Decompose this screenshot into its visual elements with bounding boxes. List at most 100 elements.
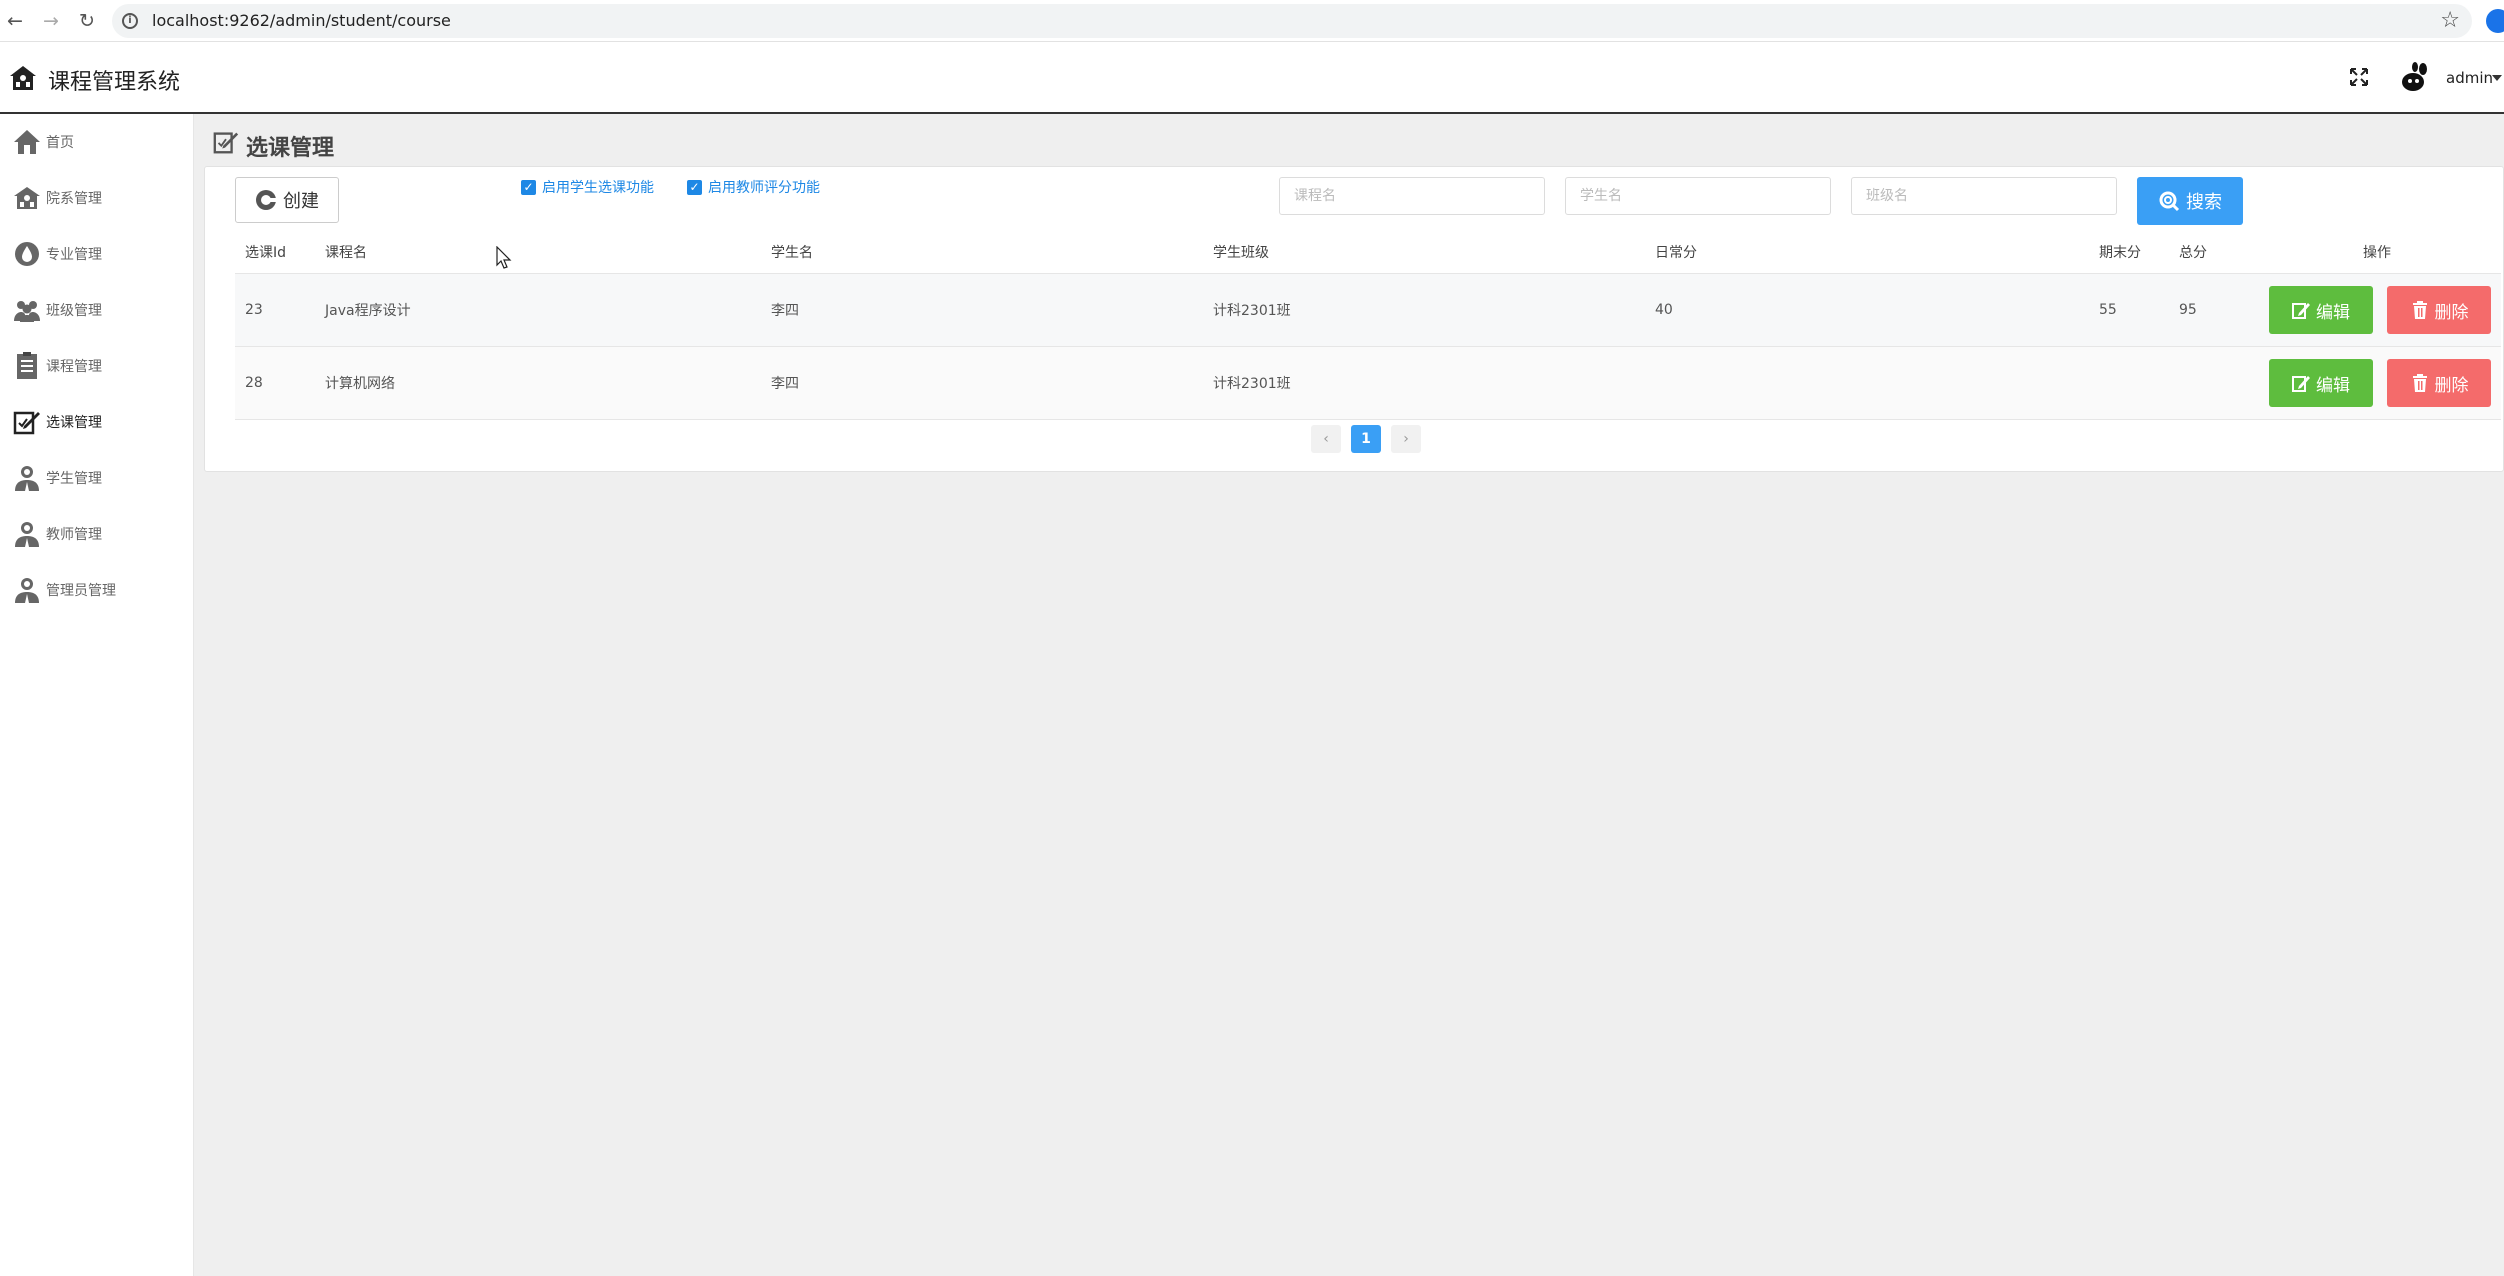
app-header: 课程管理系统 admin bbox=[0, 42, 2504, 114]
student-name-input[interactable] bbox=[1565, 177, 1831, 215]
enable-student-selection-toggle[interactable]: ✓ 启用学生选课功能 bbox=[521, 177, 654, 197]
trash-icon bbox=[2412, 301, 2427, 319]
table-header-row: 选课Id 课程名 学生名 学生班级 日常分 期末分 总分 操作 bbox=[235, 231, 2501, 274]
table-row: 23 Java程序设计 李四 计科2301班 40 55 95 编辑 删除 bbox=[235, 273, 2501, 347]
home-icon bbox=[14, 130, 40, 154]
create-icon bbox=[256, 190, 277, 210]
create-button[interactable]: 创建 bbox=[235, 177, 339, 223]
course-name-input[interactable] bbox=[1279, 177, 1545, 215]
trash-icon bbox=[2412, 374, 2427, 392]
column-header[interactable]: 日常分 bbox=[1645, 231, 2089, 274]
sidebar-item-admins[interactable]: 管理员管理 bbox=[0, 562, 194, 618]
reload-button[interactable]: ↻ bbox=[74, 8, 100, 34]
delete-button[interactable]: 删除 bbox=[2387, 359, 2491, 407]
url-text: localhost:9262/admin/student/course bbox=[152, 11, 451, 30]
user-name[interactable]: admin bbox=[2446, 69, 2493, 87]
class-name-input[interactable] bbox=[1851, 177, 2117, 215]
drop-icon bbox=[15, 242, 39, 266]
person-icon bbox=[15, 522, 39, 547]
cell-course: Java程序设计 bbox=[315, 273, 761, 347]
app-title: 课程管理系统 bbox=[48, 70, 181, 95]
cell-total-score: 95 bbox=[2169, 273, 2253, 347]
sidebar-item-label: 专业管理 bbox=[46, 247, 102, 263]
sidebar-item-label: 院系管理 bbox=[46, 191, 102, 207]
cell-id: 23 bbox=[235, 273, 315, 347]
mouse-cursor-icon bbox=[496, 246, 512, 269]
user-menu-caret-icon[interactable] bbox=[2492, 75, 2502, 81]
cell-student: 李四 bbox=[761, 346, 1203, 420]
cell-final-score bbox=[2089, 346, 2169, 420]
fullscreen-icon[interactable] bbox=[2348, 66, 2370, 88]
column-header[interactable]: 期末分 bbox=[2089, 231, 2169, 274]
search-button[interactable]: 搜索 bbox=[2137, 177, 2243, 225]
cell-actions: 编辑 删除 bbox=[2253, 346, 2501, 420]
enable-teacher-grading-toggle[interactable]: ✓ 启用教师评分功能 bbox=[687, 177, 820, 197]
cell-class: 计科2301班 bbox=[1203, 273, 1645, 347]
table-row: 28 计算机网络 李四 计科2301班 编辑 删除 bbox=[235, 346, 2501, 420]
sidebar-item-label: 课程管理 bbox=[46, 359, 102, 375]
sidebar-item-majors[interactable]: 专业管理 bbox=[0, 226, 194, 282]
delete-button-label: 删除 bbox=[2434, 302, 2469, 323]
cell-student: 李四 bbox=[761, 273, 1203, 347]
sidebar-item-label: 教师管理 bbox=[46, 527, 102, 543]
person-icon bbox=[15, 466, 39, 491]
column-header[interactable]: 学生名 bbox=[761, 231, 1203, 274]
document-icon bbox=[17, 352, 37, 379]
sidebar-item-home[interactable]: 首页 bbox=[0, 114, 194, 170]
page-number-button[interactable]: 1 bbox=[1351, 425, 1381, 453]
cell-daily-score: 40 bbox=[1645, 273, 2089, 347]
edit-icon bbox=[2292, 376, 2311, 392]
edit-button-label: 编辑 bbox=[2316, 302, 2351, 323]
create-button-label: 创建 bbox=[283, 191, 319, 212]
sidebar-item-teachers[interactable]: 教师管理 bbox=[0, 506, 194, 562]
delete-button[interactable]: 删除 bbox=[2387, 286, 2491, 334]
column-header[interactable]: 学生班级 bbox=[1203, 231, 1645, 274]
checkbox-label: 启用学生选课功能 bbox=[542, 180, 654, 196]
cell-daily-score bbox=[1645, 346, 2089, 420]
column-header[interactable]: 总分 bbox=[2169, 231, 2253, 274]
edit-icon bbox=[213, 132, 239, 154]
search-icon bbox=[2159, 191, 2180, 212]
site-info-icon[interactable]: i bbox=[122, 13, 138, 29]
sidebar-item-label: 管理员管理 bbox=[46, 583, 116, 599]
cell-class: 计科2301班 bbox=[1203, 346, 1645, 420]
school-logo-icon bbox=[10, 66, 36, 90]
forward-button[interactable]: → bbox=[38, 8, 64, 34]
group-icon bbox=[14, 301, 40, 322]
sidebar-item-label: 班级管理 bbox=[46, 303, 102, 319]
profile-icon[interactable] bbox=[2486, 9, 2504, 33]
checkbox-checked-icon[interactable]: ✓ bbox=[687, 179, 702, 195]
next-page-button[interactable]: › bbox=[1391, 425, 1421, 453]
prev-page-button[interactable]: ‹ bbox=[1311, 425, 1341, 453]
checkbox-checked-icon[interactable]: ✓ bbox=[521, 179, 536, 195]
sidebar-item-departments[interactable]: 院系管理 bbox=[0, 170, 194, 226]
edit-icon bbox=[13, 411, 40, 435]
edit-button[interactable]: 编辑 bbox=[2268, 359, 2373, 407]
delete-button-label: 删除 bbox=[2434, 375, 2469, 396]
edit-icon bbox=[2292, 303, 2311, 319]
cell-id: 28 bbox=[235, 346, 315, 420]
user-avatar[interactable] bbox=[2398, 60, 2432, 94]
sidebar-item-courses[interactable]: 课程管理 bbox=[0, 338, 194, 394]
column-header[interactable]: 选课Id bbox=[235, 231, 315, 274]
page-title: 选课管理 bbox=[246, 136, 335, 161]
search-button-label: 搜索 bbox=[2186, 192, 2222, 213]
pagination: ‹ 1 › bbox=[1311, 425, 1421, 453]
edit-button[interactable]: 编辑 bbox=[2268, 286, 2373, 334]
sidebar-item-course-selection[interactable]: 选课管理 bbox=[0, 394, 194, 450]
content-panel: 创建 ✓ 启用学生选课功能 ✓ 启用教师评分功能 搜索 选课Id 课程名 学生名… bbox=[204, 166, 2504, 472]
sidebar-item-label: 首页 bbox=[46, 135, 74, 151]
cell-course: 计算机网络 bbox=[315, 346, 761, 420]
sidebar-item-students[interactable]: 学生管理 bbox=[0, 450, 194, 506]
bookmark-star-icon[interactable]: ☆ bbox=[2440, 8, 2460, 33]
address-bar[interactable]: i localhost:9262/admin/student/course ☆ bbox=[112, 4, 2472, 38]
sidebar-item-classes[interactable]: 班级管理 bbox=[0, 282, 194, 338]
edit-button-label: 编辑 bbox=[2316, 375, 2351, 396]
checkbox-label: 启用教师评分功能 bbox=[708, 180, 820, 196]
cell-final-score: 55 bbox=[2089, 273, 2169, 347]
cell-actions: 编辑 删除 bbox=[2253, 273, 2501, 347]
sidebar: 首页 院系管理 专业管理 班级管理 课程管理 选课管理 学生管理 教师管理 管理… bbox=[0, 114, 194, 1276]
back-button[interactable]: ← bbox=[2, 8, 28, 34]
cell-total-score bbox=[2169, 346, 2253, 420]
column-header[interactable]: 课程名 bbox=[315, 231, 761, 274]
